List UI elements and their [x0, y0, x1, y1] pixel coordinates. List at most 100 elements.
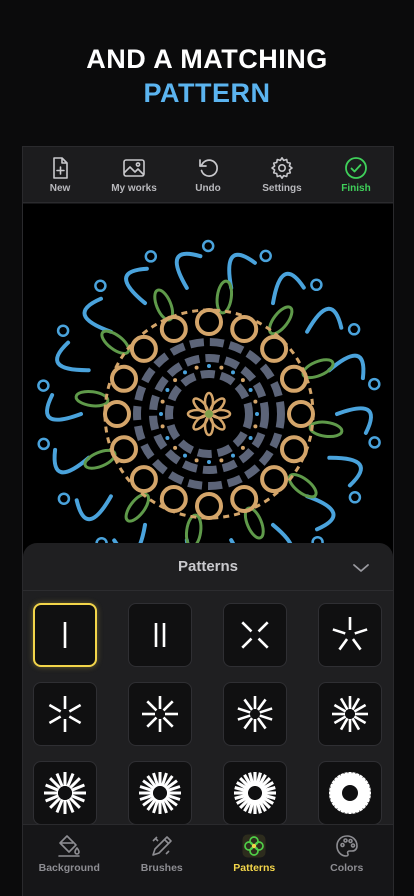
blue-swirl	[271, 271, 306, 306]
pattern-option[interactable]	[318, 603, 382, 667]
center-dot	[205, 410, 213, 418]
pattern-option[interactable]	[318, 682, 382, 746]
radial-symmetry-icon	[241, 621, 269, 649]
accent-dot	[231, 370, 235, 375]
pattern-option[interactable]	[223, 761, 287, 825]
palette-icon	[335, 835, 358, 857]
drawing-canvas[interactable]	[23, 204, 393, 559]
check-circle-icon	[345, 156, 367, 179]
pattern-option[interactable]	[128, 682, 192, 746]
blue-drop	[37, 379, 50, 392]
radial-symmetry-icon	[139, 772, 181, 814]
brush-pencil-icon	[151, 836, 172, 856]
radial-symmetry-icon	[142, 696, 178, 732]
accent-dot	[173, 445, 178, 450]
accent-dot	[207, 364, 211, 368]
blue-swirl	[74, 494, 113, 522]
accent-dot	[183, 453, 187, 458]
blue-drop	[201, 239, 215, 253]
blue-swirl	[305, 306, 344, 334]
headline-line-2: PATTERN	[143, 78, 271, 108]
gold-scroll	[287, 400, 315, 428]
accent-dot	[219, 365, 224, 370]
accent-dot	[219, 458, 224, 463]
radial-symmetry-icon	[237, 696, 273, 732]
nav-patterns[interactable]: Patterns	[209, 833, 299, 874]
pattern-option[interactable]	[223, 603, 287, 667]
accent-dot	[160, 399, 165, 404]
blue-swirl	[124, 266, 149, 306]
paint-bucket-icon	[58, 835, 81, 857]
blue-drop	[348, 491, 362, 504]
blue-swirl	[305, 494, 336, 532]
accent-dot	[194, 458, 199, 463]
radial-symmetry-icon	[329, 772, 371, 814]
gold-scroll	[230, 315, 259, 343]
accent-dot	[253, 424, 258, 429]
blue-drop	[94, 279, 107, 293]
headline: AND A MATCHING PATTERN	[0, 42, 414, 110]
green-leaf	[124, 492, 150, 523]
settings-button[interactable]: Settings	[247, 156, 317, 194]
nav-patterns-label: Patterns	[233, 862, 276, 874]
my-works-label: My works	[111, 182, 157, 194]
accent-dot	[255, 412, 259, 416]
top-toolbar: New My works Undo Settings Finish	[23, 147, 393, 203]
gold-scroll	[103, 400, 131, 428]
green-leaf	[268, 305, 294, 336]
pattern-option[interactable]	[33, 682, 97, 746]
blue-swirl	[327, 455, 363, 488]
pattern-option[interactable]	[318, 761, 382, 825]
pattern-option[interactable]	[128, 603, 192, 667]
undo-icon	[199, 158, 218, 177]
new-button[interactable]: New	[25, 156, 95, 194]
accent-dot	[165, 388, 170, 392]
gold-scroll	[260, 334, 289, 363]
accent-dot	[160, 424, 165, 429]
bottom-nav: Background Brushes Patterns Colors	[23, 824, 393, 896]
accent-dot	[207, 460, 211, 464]
blue-swirl	[82, 296, 113, 334]
pattern-option[interactable]	[223, 682, 287, 746]
nav-colors[interactable]: Colors	[302, 833, 392, 874]
pattern-grid	[33, 603, 385, 825]
accent-dot	[183, 370, 187, 375]
blue-drop	[57, 492, 71, 505]
chevron-down-icon[interactable]	[351, 558, 371, 578]
my-works-button[interactable]: My works	[99, 156, 169, 194]
accent-dot	[165, 436, 170, 440]
blue-swirl	[52, 447, 91, 475]
blue-drop	[144, 250, 158, 263]
nav-background-label: Background	[38, 862, 100, 874]
new-file-icon	[53, 156, 68, 179]
accent-dot	[253, 399, 258, 404]
nav-background[interactable]: Background	[24, 833, 114, 874]
blue-drop	[368, 377, 381, 391]
radial-symmetry-icon	[332, 617, 368, 651]
blue-drop	[37, 437, 50, 451]
pattern-option[interactable]	[33, 761, 97, 825]
app-screen: New My works Undo Settings Finish Patter…	[22, 146, 394, 896]
accent-dot	[159, 412, 163, 416]
mandala-artwork	[37, 239, 381, 559]
accent-dot	[248, 436, 253, 440]
pattern-option[interactable]	[128, 761, 192, 825]
nav-colors-label: Colors	[330, 862, 364, 874]
nav-brushes[interactable]: Brushes	[117, 833, 207, 874]
radial-symmetry-icon	[234, 772, 276, 814]
accent-dot	[248, 388, 253, 392]
accent-dot	[240, 445, 245, 450]
green-leaf	[74, 389, 110, 408]
blue-swirl	[227, 252, 257, 290]
radial-symmetry-icon	[63, 622, 67, 648]
blue-swirl	[174, 251, 203, 290]
gold-scroll	[195, 492, 223, 520]
finish-button[interactable]: Finish	[321, 156, 391, 194]
gold-scroll	[195, 308, 223, 336]
nav-brushes-label: Brushes	[140, 862, 183, 874]
undo-button[interactable]: Undo	[173, 156, 243, 194]
gold-scroll	[110, 364, 138, 393]
pattern-option[interactable]	[33, 603, 97, 667]
green-leaf	[215, 279, 234, 315]
green-leaf	[308, 420, 344, 439]
